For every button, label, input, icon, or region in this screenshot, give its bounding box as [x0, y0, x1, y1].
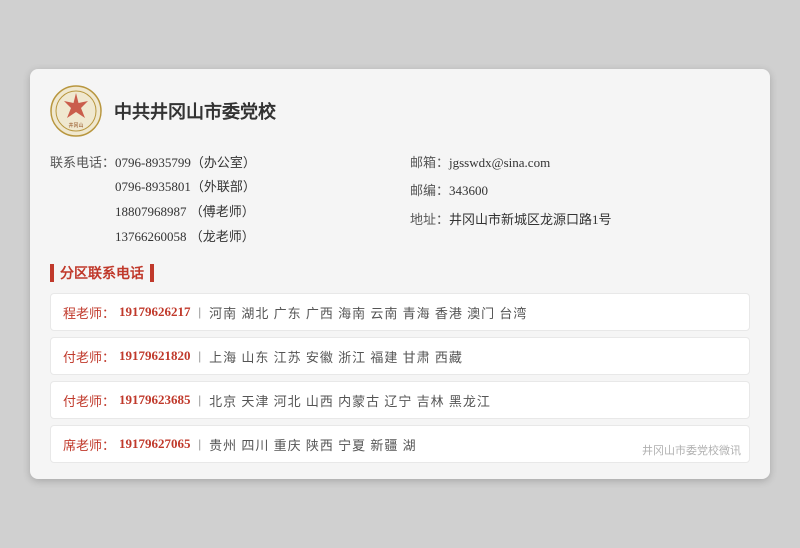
phone-3: 18807968987 （傅老师） — [115, 200, 255, 225]
email-row: 邮箱： jgsswdx@sina.com — [410, 151, 750, 176]
main-card: 井冈山 中共井冈山市委党校 联系电话： 0796-8935799（办公室） 联系… — [30, 69, 770, 480]
teacher-name-1: 程老师： — [63, 303, 115, 322]
watermark: 井冈山市委党校微讯 — [642, 442, 741, 458]
region-item-1: 程老师： 19179626217 | 河南 湖北 广东 广西 海南 云南 青海 … — [50, 293, 750, 331]
org-logo: 井冈山 — [50, 85, 102, 137]
postal-label: 邮编： — [410, 179, 449, 204]
regions-3: 北京 天津 河北 山西 内蒙古 辽宁 吉林 黑龙江 — [209, 391, 491, 410]
org-name: 中共井冈山市委党校 — [114, 98, 276, 124]
region-item-3: 付老师： 19179623685 | 北京 天津 河北 山西 内蒙古 辽宁 吉林… — [50, 381, 750, 419]
pipe-2: | — [199, 348, 202, 364]
divider-bar-right — [150, 264, 154, 282]
regions-2: 上海 山东 江苏 安徽 浙江 福建 甘肃 西藏 — [209, 347, 463, 366]
region-list: 程老师： 19179626217 | 河南 湖北 广东 广西 海南 云南 青海 … — [50, 293, 750, 463]
section-divider: 分区联系电话 — [50, 263, 750, 283]
address-label: 地址： — [410, 208, 449, 233]
phone-row-3: 联系电话： 18807968987 （傅老师） — [50, 200, 390, 225]
svg-text:井冈山: 井冈山 — [68, 122, 83, 129]
pipe-3: | — [199, 392, 202, 408]
postal-value: 343600 — [449, 179, 488, 204]
regions-4: 贵州 四川 重庆 陕西 宁夏 新疆 湖 — [209, 435, 417, 454]
phone-1: 0796-8935799（办公室） — [115, 151, 256, 176]
phone-label: 联系电话： — [50, 151, 115, 176]
phone-row-4: 联系电话： 13766260058 （龙老师） — [50, 225, 390, 250]
phone-row-2: 联系电话： 0796-8935801（外联部） — [50, 175, 390, 200]
phone-2: 0796-8935801（外联部） — [115, 175, 256, 200]
address-row: 地址： 井冈山市新城区龙源口路1号 — [410, 208, 750, 233]
email-value: jgsswdx@sina.com — [449, 151, 550, 176]
phone-4: 13766260058 （龙老师） — [115, 225, 255, 250]
header: 井冈山 中共井冈山市委党校 — [50, 85, 750, 137]
divider-bar-left — [50, 264, 54, 282]
contact-grid: 联系电话： 0796-8935799（办公室） 联系电话： 0796-89358… — [50, 151, 750, 250]
contact-right: 邮箱： jgsswdx@sina.com 邮编： 343600 地址： 井冈山市… — [410, 151, 750, 250]
region-item-4: 席老师： 19179627065 | 贵州 四川 重庆 陕西 宁夏 新疆 湖 井… — [50, 425, 750, 463]
address-value: 井冈山市新城区龙源口路1号 — [449, 208, 612, 233]
pipe-4: | — [199, 436, 202, 452]
email-label: 邮箱： — [410, 151, 449, 176]
phone-row-1: 联系电话： 0796-8935799（办公室） — [50, 151, 390, 176]
teacher-phone-4: 19179627065 — [119, 436, 191, 452]
section-title: 分区联系电话 — [60, 263, 144, 283]
teacher-phone-3: 19179623685 — [119, 392, 191, 408]
contact-left: 联系电话： 0796-8935799（办公室） 联系电话： 0796-89358… — [50, 151, 390, 250]
teacher-phone-1: 19179626217 — [119, 304, 191, 320]
teacher-name-3: 付老师： — [63, 391, 115, 410]
postal-row: 邮编： 343600 — [410, 179, 750, 204]
region-item-2: 付老师： 19179621820 | 上海 山东 江苏 安徽 浙江 福建 甘肃 … — [50, 337, 750, 375]
teacher-phone-2: 19179621820 — [119, 348, 191, 364]
teacher-name-4: 席老师： — [63, 435, 115, 454]
teacher-name-2: 付老师： — [63, 347, 115, 366]
pipe-1: | — [199, 304, 202, 320]
regions-1: 河南 湖北 广东 广西 海南 云南 青海 香港 澳门 台湾 — [209, 303, 527, 322]
